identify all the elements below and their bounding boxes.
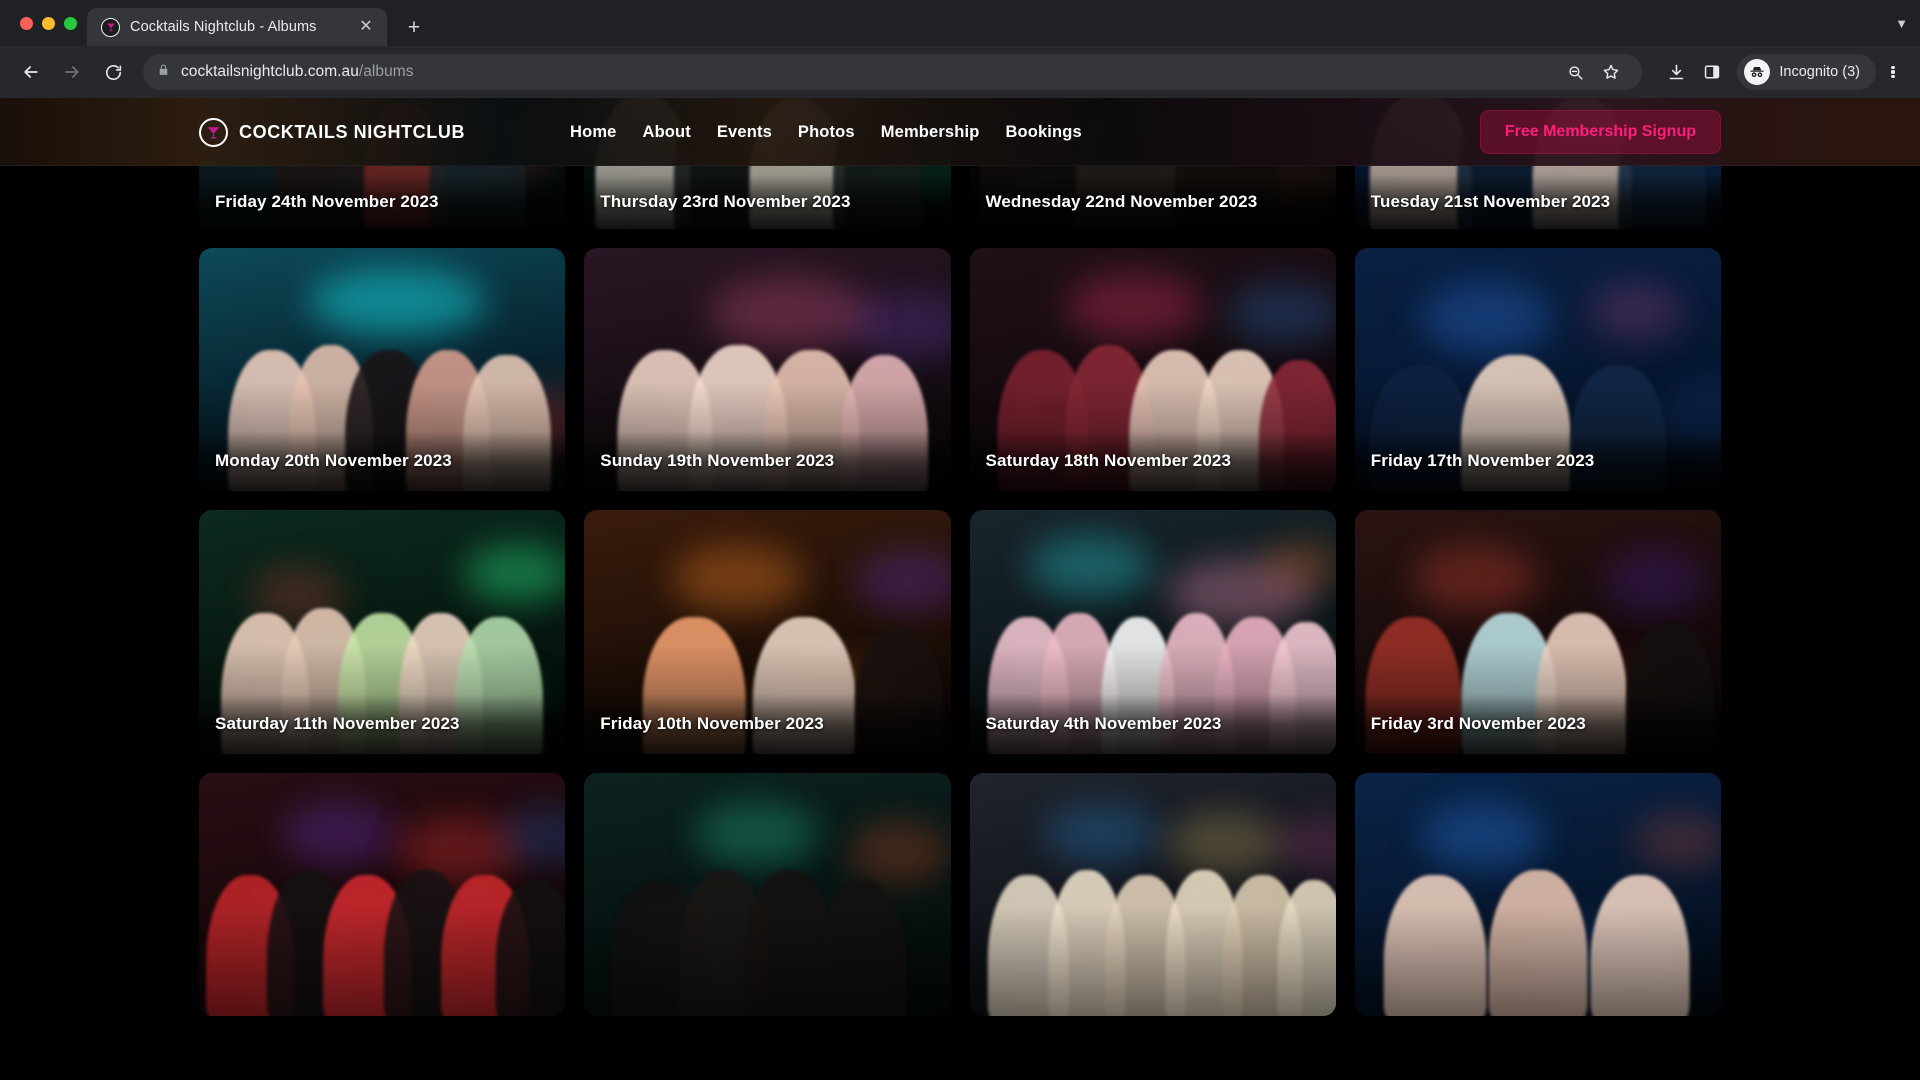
album-card[interactable] bbox=[584, 772, 951, 1016]
browser-toolbar: cocktailsnightclub.com.au/albums Incogni… bbox=[0, 46, 1920, 98]
album-caption: Friday 24th November 2023 bbox=[199, 175, 566, 230]
album-card[interactable]: Friday 3rd November 2023 bbox=[1354, 510, 1721, 754]
minimize-window-button[interactable] bbox=[42, 16, 55, 30]
cocktail-glass-icon bbox=[101, 17, 120, 37]
album-thumbnail bbox=[969, 772, 1336, 1016]
album-caption: Wednesday 22nd November 2023 bbox=[969, 175, 1336, 230]
omnibox-actions bbox=[1558, 55, 1628, 89]
album-card[interactable]: Monday 20th November 2023 bbox=[199, 248, 566, 492]
star-icon[interactable] bbox=[1594, 55, 1628, 89]
nav-link-events[interactable]: Events bbox=[717, 123, 772, 142]
site-header: COCKTAILS NIGHTCLUB Home About Events Ph… bbox=[0, 98, 1920, 166]
side-panel-icon[interactable] bbox=[1695, 55, 1729, 89]
download-icon[interactable] bbox=[1659, 55, 1693, 89]
chevron-down-icon[interactable]: ▼ bbox=[1895, 16, 1908, 31]
address-bar[interactable]: cocktailsnightclub.com.au/albums bbox=[143, 54, 1643, 90]
nav-link-about[interactable]: About bbox=[643, 123, 691, 142]
brand-name: COCKTAILS NIGHTCLUB bbox=[239, 121, 466, 142]
album-thumbnail bbox=[584, 772, 951, 1016]
zoom-out-icon[interactable] bbox=[1558, 55, 1592, 89]
album-thumbnail bbox=[1354, 772, 1721, 1016]
tab-title: Cocktails Nightclub - Albums bbox=[130, 19, 317, 35]
album-caption: Saturday 11th November 2023 bbox=[199, 693, 566, 754]
forward-arrow-icon bbox=[53, 53, 91, 91]
site-logo[interactable]: COCKTAILS NIGHTCLUB bbox=[199, 117, 466, 147]
album-card[interactable] bbox=[199, 772, 566, 1016]
album-card[interactable]: Saturday 11th November 2023 bbox=[199, 510, 566, 754]
toolbar-actions: Incognito (3) bbox=[1653, 54, 1908, 90]
album-card[interactable] bbox=[1354, 772, 1721, 1016]
album-caption: Monday 20th November 2023 bbox=[199, 431, 566, 492]
kebab-menu-icon[interactable] bbox=[1878, 54, 1908, 90]
url-path: /albums bbox=[358, 63, 414, 80]
album-grid: Friday 24th November 2023 Thursday 23rd N… bbox=[189, 98, 1731, 1016]
album-card[interactable]: Sunday 19th November 2023 bbox=[584, 248, 951, 492]
profile-label: Incognito (3) bbox=[1779, 64, 1860, 80]
close-window-button[interactable] bbox=[20, 16, 33, 30]
album-caption: Tuesday 21st November 2023 bbox=[1354, 175, 1721, 230]
window-controls bbox=[14, 0, 87, 46]
incognito-icon bbox=[1744, 59, 1771, 85]
album-card[interactable]: Saturday 18th November 2023 bbox=[969, 248, 1336, 492]
url-host: cocktailsnightclub.com.au bbox=[181, 63, 359, 80]
album-card[interactable]: Saturday 4th November 2023 bbox=[969, 510, 1336, 754]
maximize-window-button[interactable] bbox=[64, 16, 77, 30]
lock-icon bbox=[157, 63, 170, 82]
nav-link-photos[interactable]: Photos bbox=[798, 123, 855, 142]
nav-link-membership[interactable]: Membership bbox=[881, 123, 980, 142]
album-thumbnail bbox=[199, 772, 566, 1016]
main-navigation: Home About Events Photos Membership Book… bbox=[570, 123, 1082, 142]
profile-chip[interactable]: Incognito (3) bbox=[1737, 54, 1876, 90]
tab-strip: Cocktails Nightclub - Albums ✕ + ▼ bbox=[0, 0, 1920, 46]
album-caption: Thursday 23rd November 2023 bbox=[584, 175, 951, 230]
nav-link-home[interactable]: Home bbox=[570, 123, 616, 142]
plus-icon[interactable]: + bbox=[399, 12, 429, 42]
album-card[interactable]: Friday 17th November 2023 bbox=[1354, 248, 1721, 492]
album-card[interactable]: Friday 10th November 2023 bbox=[584, 510, 951, 754]
nav-link-bookings[interactable]: Bookings bbox=[1005, 123, 1081, 142]
album-caption: Saturday 18th November 2023 bbox=[969, 431, 1336, 492]
free-membership-signup-button[interactable]: Free Membership Signup bbox=[1479, 110, 1721, 154]
album-caption: Sunday 19th November 2023 bbox=[584, 431, 951, 492]
album-caption: Saturday 4th November 2023 bbox=[969, 693, 1336, 754]
cocktail-glass-logo-icon bbox=[199, 117, 228, 147]
back-arrow-icon[interactable] bbox=[12, 53, 50, 91]
album-grid-scroll[interactable]: Friday 24th November 2023 Thursday 23rd N… bbox=[0, 98, 1920, 1080]
album-caption: Friday 17th November 2023 bbox=[1354, 431, 1721, 492]
browser-tab[interactable]: Cocktails Nightclub - Albums ✕ bbox=[87, 8, 387, 46]
reload-icon[interactable] bbox=[94, 53, 132, 91]
browser-window: Cocktails Nightclub - Albums ✕ + ▼ cockt… bbox=[0, 0, 1920, 1080]
album-caption: Friday 3rd November 2023 bbox=[1354, 693, 1721, 754]
tab-strip-right: ▼ bbox=[1895, 0, 1920, 46]
album-card[interactable] bbox=[969, 772, 1336, 1016]
album-caption: Friday 10th November 2023 bbox=[584, 693, 951, 754]
page-viewport: Friday 24th November 2023 Thursday 23rd N… bbox=[0, 98, 1920, 1080]
close-icon[interactable]: ✕ bbox=[355, 16, 377, 38]
url-text: cocktailsnightclub.com.au/albums bbox=[181, 63, 414, 81]
